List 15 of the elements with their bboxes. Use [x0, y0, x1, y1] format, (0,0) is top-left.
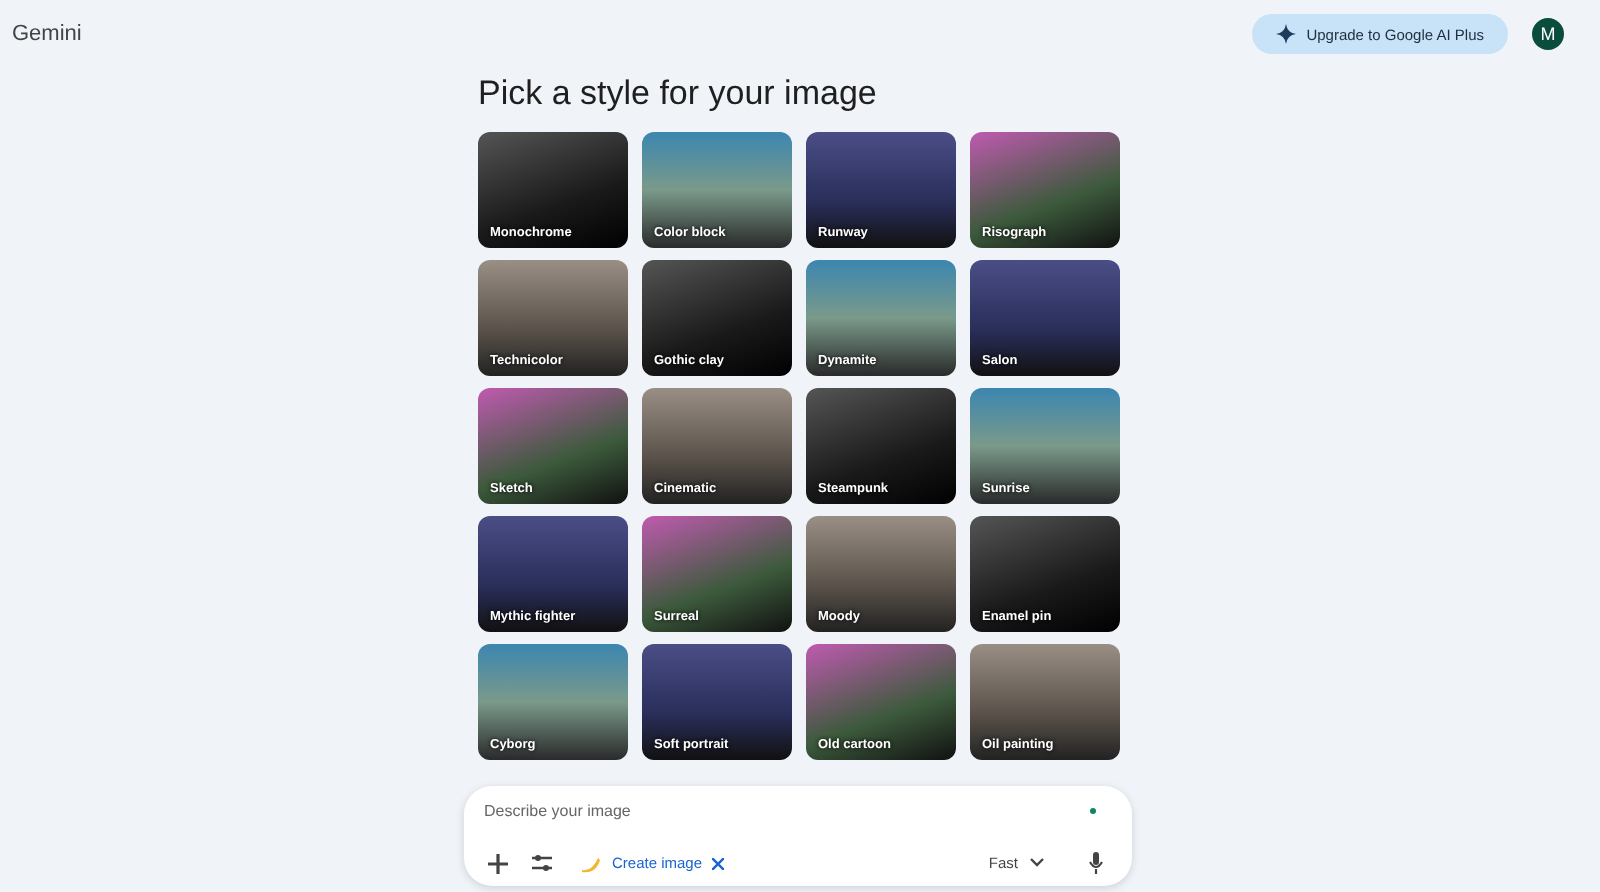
prompt-input-field[interactable]: Describe your image — [484, 798, 1090, 824]
microphone-button[interactable] — [1084, 848, 1108, 878]
app-title: Gemini — [12, 22, 82, 46]
sliders-icon — [532, 854, 552, 872]
banana-icon — [580, 852, 602, 874]
tools-button[interactable] — [528, 850, 556, 876]
sparkle-icon — [1276, 24, 1297, 44]
chevron-down-icon — [1030, 858, 1044, 868]
page-heading: Pick a style for your image — [478, 74, 879, 114]
close-icon[interactable] — [712, 857, 725, 869]
avatar[interactable]: M — [1532, 18, 1564, 50]
microphone-icon — [1088, 852, 1104, 874]
plus-icon — [488, 853, 508, 873]
status-dot-icon — [1090, 808, 1096, 814]
add-button[interactable] — [484, 849, 512, 877]
